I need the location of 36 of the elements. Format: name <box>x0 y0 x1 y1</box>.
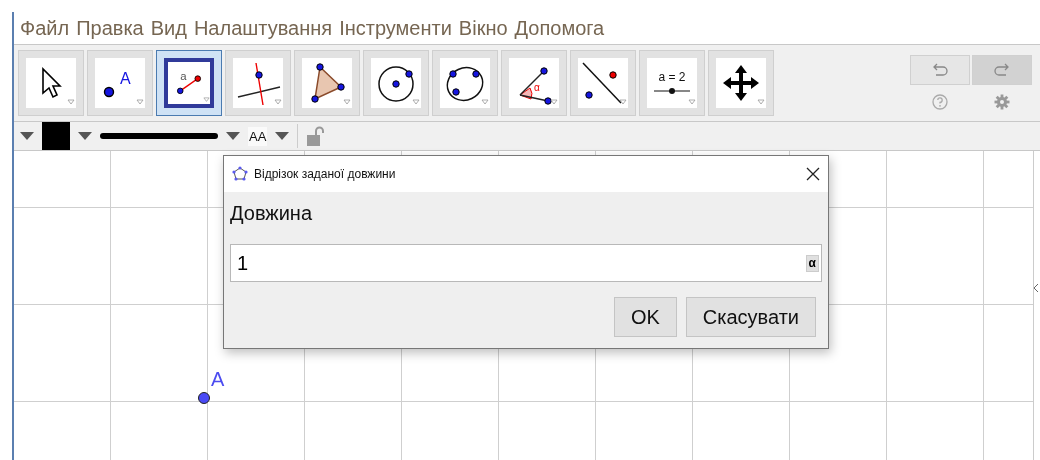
menu-item[interactable]: Вікно <box>458 16 508 40</box>
tool-button[interactable]: A <box>87 50 153 116</box>
chevron-icon[interactable] <box>1033 283 1039 293</box>
caret-icon[interactable] <box>226 132 240 140</box>
tool-button[interactable] <box>363 50 429 116</box>
color-swatch[interactable] <box>42 122 70 150</box>
tool-button[interactable] <box>18 50 84 116</box>
tool-button[interactable] <box>294 50 360 116</box>
line-style-icon[interactable] <box>100 132 218 140</box>
menu-item[interactable]: Вид <box>150 16 187 40</box>
tool-button[interactable] <box>708 50 774 116</box>
menu-item[interactable]: Налаштування <box>193 16 333 40</box>
field-label: Довжина <box>230 202 313 226</box>
tool-button[interactable] <box>432 50 498 116</box>
menu-item[interactable]: Правка <box>76 16 144 40</box>
tool-button[interactable]: a = 2 <box>639 50 705 116</box>
tool-button[interactable]: a <box>156 50 222 116</box>
menu-item[interactable]: Файл <box>20 16 70 40</box>
text-size-button[interactable]: AA <box>248 126 268 146</box>
point[interactable] <box>198 392 210 404</box>
close-icon[interactable] <box>806 167 820 181</box>
dialog-button[interactable]: OK <box>613 297 677 337</box>
undo-icon <box>931 61 949 79</box>
caret-icon[interactable] <box>78 132 92 140</box>
menu-item[interactable]: Інструменти <box>339 16 452 40</box>
pentagon-icon <box>232 166 248 182</box>
redo-icon <box>993 61 1011 79</box>
caret-icon[interactable] <box>20 132 34 140</box>
menu-item[interactable]: Допомога <box>514 16 605 40</box>
caret-icon[interactable] <box>275 132 290 140</box>
tool-button[interactable]: α <box>501 50 567 116</box>
reflect-point-icon <box>579 59 627 107</box>
dialog-button[interactable]: Скасувати <box>685 297 816 337</box>
dialog-title: Відрізок заданої довжини <box>254 167 397 181</box>
tool-button[interactable] <box>570 50 636 116</box>
point-label: A <box>211 368 225 391</box>
